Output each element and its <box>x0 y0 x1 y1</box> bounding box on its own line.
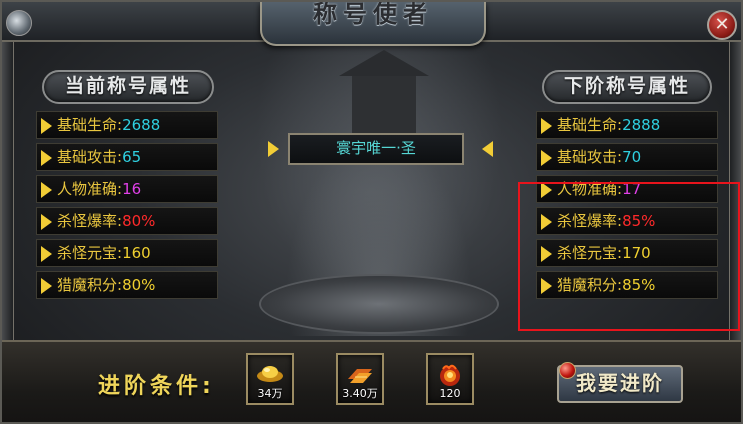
item-count: 120 <box>439 387 461 400</box>
temple-body <box>352 76 416 136</box>
next-attr-row: 猎魔积分:85% <box>536 271 718 299</box>
item-slot-gold-ingot[interactable]: 34万 <box>246 353 294 405</box>
arrow-icon <box>541 182 552 198</box>
current-attr-row: 人物准确:16 <box>36 175 218 203</box>
arrow-icon <box>41 214 52 230</box>
right-frame <box>729 42 741 342</box>
temple-scene-image <box>234 46 524 336</box>
attr-value: 170 <box>622 244 651 262</box>
current-attributes-header: 当前称号属性 <box>42 70 214 104</box>
gold-ingot-icon <box>248 363 292 388</box>
next-attr-row: 杀怪元宝:170 <box>536 239 718 267</box>
item-slot-fire-orb[interactable]: 120 <box>426 353 474 405</box>
arrow-icon <box>41 278 52 294</box>
next-attr-row: 基础生命:2888 <box>536 111 718 139</box>
next-attributes-header: 下阶称号属性 <box>542 70 712 104</box>
item-count: 3.40万 <box>342 387 378 400</box>
arrow-icon <box>41 182 52 198</box>
next-attr-row: 杀怪爆率:85% <box>536 207 718 235</box>
item-slot-gold-bars[interactable]: 3.40万 <box>336 353 384 405</box>
attr-value: 85% <box>622 212 656 230</box>
window-title: 称号使者 <box>313 0 433 28</box>
attr-value: 70 <box>622 148 642 166</box>
current-attr-row: 猎魔积分:80% <box>36 271 218 299</box>
gold-bars-icon <box>338 363 382 390</box>
stone-platform <box>259 274 499 334</box>
arrow-icon <box>41 118 52 134</box>
left-frame <box>2 42 14 342</box>
arrow-icon <box>541 214 552 230</box>
close-button[interactable]: ✕ <box>707 10 737 40</box>
attr-value: 17 <box>622 180 642 198</box>
item-count: 34万 <box>257 387 283 400</box>
attr-value: 2688 <box>122 116 161 134</box>
arrow-icon <box>41 150 52 166</box>
arrow-icon <box>541 278 552 294</box>
red-gem-icon <box>559 362 576 379</box>
next-attr-row: 人物准确:17 <box>536 175 718 203</box>
title-name-box: 寰宇唯一·圣 <box>288 133 464 165</box>
attr-value: 85% <box>622 276 656 294</box>
arrow-left-icon <box>482 141 493 157</box>
title-envoy-window: 称号使者 ✕ 当前称号属性 基础生命:2688 基础攻击:65 人物准确:16 … <box>0 0 743 424</box>
temple-roof <box>339 50 429 76</box>
attr-value: 16 <box>122 180 142 198</box>
advance-conditions-label: 进阶条件: <box>98 374 215 399</box>
next-attr-row: 基础攻击:70 <box>536 143 718 171</box>
attr-value: 80% <box>122 276 156 294</box>
current-attr-row: 杀怪元宝:160 <box>36 239 218 267</box>
attr-value: 65 <box>122 148 142 166</box>
arrow-icon <box>541 118 552 134</box>
attr-value: 2888 <box>622 116 661 134</box>
arrow-icon <box>541 246 552 262</box>
arrow-right-icon <box>268 141 279 157</box>
arrow-icon <box>41 246 52 262</box>
current-attr-row: 杀怪爆率:80% <box>36 207 218 235</box>
current-attr-row: 基础攻击:65 <box>36 143 218 171</box>
title-plate: 称号使者 <box>260 2 486 46</box>
arrow-icon <box>541 150 552 166</box>
attr-value: 80% <box>122 212 156 230</box>
attr-value: 160 <box>122 244 151 262</box>
frame-orb-icon <box>6 10 32 36</box>
current-attr-row: 基础生命:2688 <box>36 111 218 139</box>
